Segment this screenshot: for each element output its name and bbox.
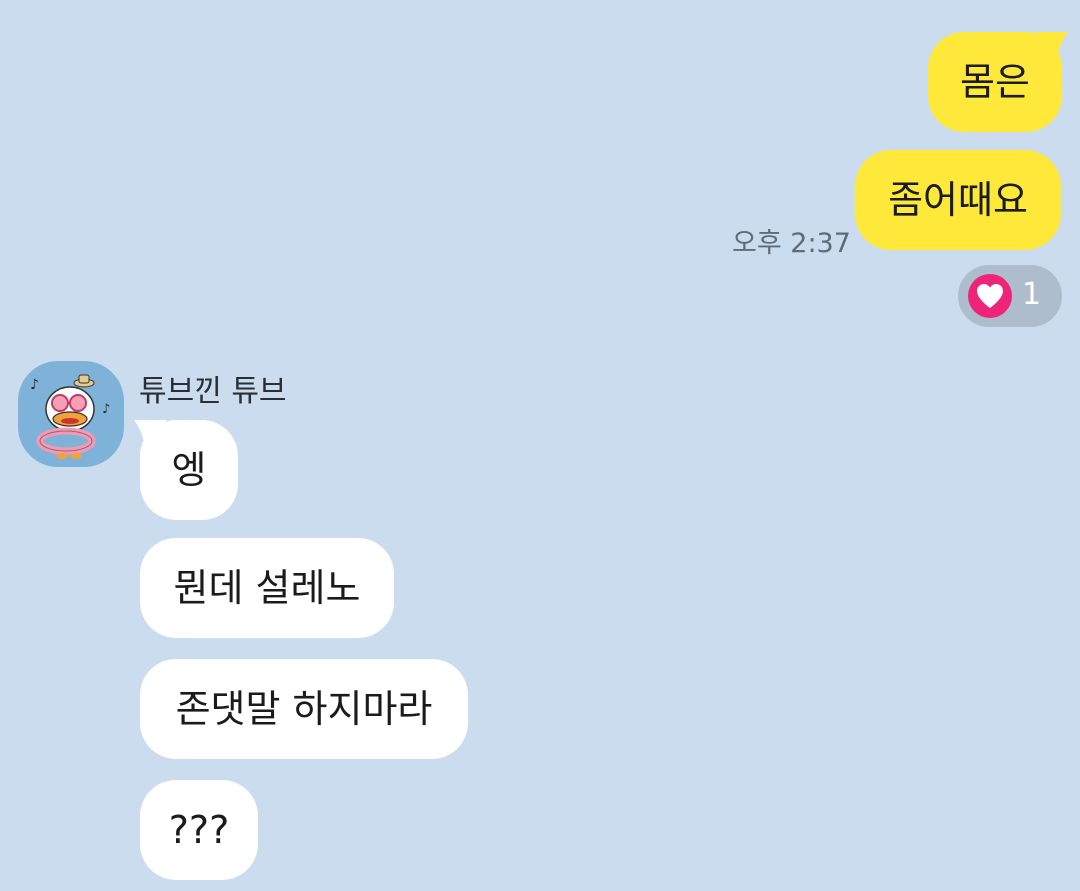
reaction-badge[interactable]: 1 [958,265,1062,327]
message-text: 존댓말 하지마라 [175,687,433,731]
message-timestamp: 오후 2:37 [732,228,851,259]
sender-name: 튜브낀 튜브 [139,374,287,409]
message-text: 엥 [171,448,207,492]
received-message-bubble[interactable]: 뭔데 설레노 [140,538,394,638]
svg-text:♪: ♪ [30,377,39,393]
heart-icon [968,274,1012,318]
received-message-bubble[interactable]: ??? [140,780,258,880]
bubble-tail [1036,32,1068,62]
reaction-count: 1 [1022,277,1042,312]
message-text: 뭔데 설레노 [173,566,361,610]
svg-text:♪: ♪ [102,402,110,417]
chat-room: 몸은 좀어때요 오후 2:37 1 ♪ ♪ 튜브낀 튜브 엥 뭔데 설레노 존댓… [0,0,1080,891]
received-message-bubble[interactable]: 존댓말 하지마라 [140,659,468,759]
received-message-bubble[interactable]: 엥 [140,420,238,520]
duck-character-avatar-icon: ♪ ♪ [30,374,110,459]
message-text: 좀어때요 [888,178,1028,222]
sender-avatar[interactable]: ♪ ♪ [18,361,124,467]
message-text: 몸은 [960,60,1030,104]
message-text: ??? [168,808,230,852]
sent-message-bubble[interactable]: 좀어때요 [855,150,1061,250]
